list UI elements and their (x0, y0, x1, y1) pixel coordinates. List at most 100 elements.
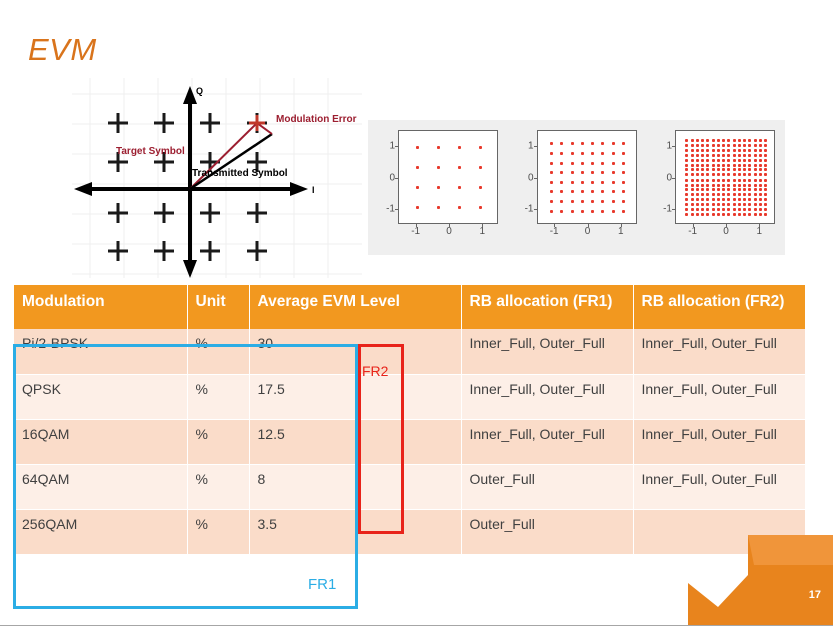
constellation-point (748, 148, 752, 152)
constellation-point (700, 168, 704, 172)
constellation-point (685, 178, 689, 182)
constellation-point (716, 212, 720, 216)
constellation-point (748, 139, 752, 143)
constellation-point (716, 183, 720, 187)
constellation-point (622, 200, 625, 204)
cell-evm: 12.5 (249, 419, 462, 465)
constellation-point (550, 200, 553, 204)
constellation-point (611, 190, 615, 194)
constellation-point (727, 212, 731, 216)
constellation-point (622, 209, 625, 213)
cell-unit: % (187, 374, 250, 420)
fr2-annotation-label: FR2 (362, 363, 389, 379)
y-axis-tick (533, 208, 538, 210)
constellation-point (695, 198, 699, 202)
constellation-point (685, 173, 689, 177)
constellation-point (550, 209, 553, 213)
y-axis-tick (672, 208, 676, 210)
constellation-point (737, 198, 741, 202)
constellation-point (727, 144, 731, 148)
constellation-point (732, 183, 736, 187)
constellation-point (591, 180, 594, 184)
y-axis-tick (395, 146, 399, 148)
constellation-point (711, 168, 715, 172)
constellation-point (611, 161, 615, 165)
constellation-point (690, 193, 694, 197)
constellation-point (716, 144, 720, 148)
constellation-point (742, 148, 746, 152)
constellation-point (711, 183, 715, 187)
constellation-point (763, 168, 767, 172)
constellation-point (721, 168, 725, 172)
constellation-point (690, 139, 694, 143)
constellation-point (763, 139, 767, 143)
constellation-point (458, 165, 462, 169)
constellation-point (601, 200, 605, 204)
constellation-point (737, 148, 741, 152)
cell-evm: 17.5 (249, 374, 462, 420)
constellation-point (479, 165, 483, 169)
constellation-point (591, 142, 594, 146)
constellation-point (685, 144, 689, 148)
constellation-point (727, 173, 731, 177)
constellation-point (695, 158, 699, 162)
constellation-point (758, 198, 762, 202)
x-axis-tick (692, 222, 694, 227)
constellation-point (436, 146, 440, 150)
constellation-point (700, 158, 704, 162)
x-axis-tick-label: 1 (618, 225, 624, 237)
constellation-point (458, 205, 462, 209)
constellation-point (758, 173, 762, 177)
constellation-point (706, 188, 710, 192)
cell-fr2: Inner_Full, Outer_Full (633, 419, 805, 465)
constellation-point (727, 163, 731, 167)
constellation-point (622, 151, 625, 155)
constellation-point (721, 178, 725, 182)
constellation-point (690, 168, 694, 172)
constellation-point (721, 173, 725, 177)
constellation-point (758, 193, 762, 197)
constellation-point (753, 144, 757, 148)
constellation-point (711, 173, 715, 177)
y-axis-tick (533, 146, 538, 148)
constellation-point (700, 212, 704, 216)
constellation-point (732, 148, 736, 152)
constellation-point (742, 144, 746, 148)
constellation-point (758, 144, 762, 148)
y-axis-tick (395, 177, 399, 179)
constellation-point (685, 153, 689, 157)
constellation-point (695, 203, 699, 207)
cell-fr2: Inner_Full, Outer_Full (633, 464, 805, 510)
constellation-point (758, 168, 762, 172)
constellation-point (716, 158, 720, 162)
constellation-point (737, 188, 741, 192)
constellation-point (700, 139, 704, 143)
constellation-point (570, 190, 574, 194)
constellation-point (732, 198, 736, 202)
constellation-point (415, 186, 419, 190)
table-header-row: Modulation Unit Average EVM Level RB all… (14, 285, 805, 329)
constellation-point (706, 193, 710, 197)
constellation-point (601, 171, 605, 175)
constellation-point (622, 190, 625, 194)
constellation-point (685, 188, 689, 192)
constellation-point (706, 153, 710, 157)
constellation-point (695, 153, 699, 157)
constellation-point (690, 153, 694, 157)
constellation-point (737, 153, 741, 157)
constellation-point (581, 209, 584, 213)
cell-modulation: 64QAM (14, 464, 188, 510)
constellation-point (748, 203, 752, 207)
constellation-point (763, 173, 767, 177)
cell-unit: % (187, 509, 250, 555)
constellation-point (700, 153, 704, 157)
constellation-point (690, 212, 694, 216)
constellation-point (700, 163, 704, 167)
constellation-point (700, 183, 704, 187)
constellation-point (732, 168, 736, 172)
constellation-point (721, 188, 725, 192)
constellation-point (711, 203, 715, 207)
constellation-point (695, 183, 699, 187)
x-axis-tick (482, 222, 484, 227)
constellation-point (758, 158, 762, 162)
